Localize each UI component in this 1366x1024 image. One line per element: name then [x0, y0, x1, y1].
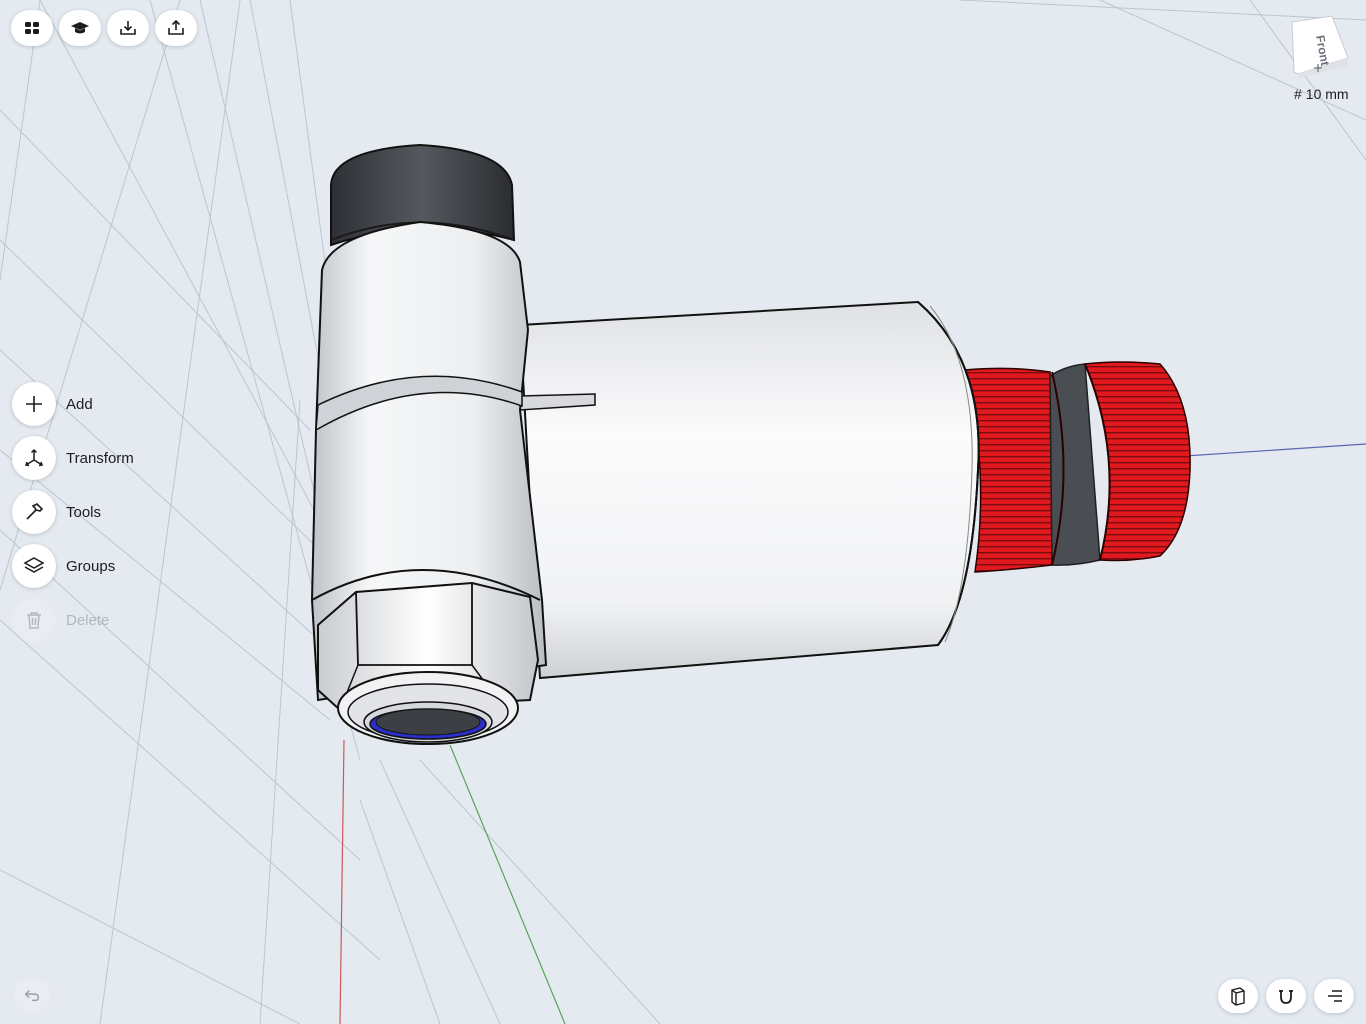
sidebar-item-delete[interactable]: Delete: [12, 598, 109, 642]
sidebar-item-transform[interactable]: Transform: [12, 436, 134, 480]
sidebar-item-label: Delete: [66, 611, 110, 629]
trash-icon: [27, 612, 41, 629]
y-axis-line: [449, 744, 566, 1024]
sidebar-item-label: Add: [66, 395, 93, 413]
sidebar-item-label: Transform: [66, 449, 134, 467]
view-mode-button[interactable]: [1218, 979, 1258, 1013]
learn-button[interactable]: [59, 10, 101, 46]
sidebar-item-add[interactable]: Add: [12, 382, 93, 426]
graduation-cap-icon: [71, 22, 89, 34]
hammer-icon: [26, 503, 44, 520]
delete-button[interactable]: [12, 598, 56, 642]
sidebar-item-label: Groups: [66, 557, 116, 575]
import-tray-icon: [120, 21, 136, 35]
tools-button[interactable]: [12, 490, 56, 534]
transform-axes-icon: [25, 448, 43, 467]
snapping-button[interactable]: [1266, 979, 1306, 1013]
view-cube[interactable]: Front: [1288, 14, 1352, 78]
groups-button[interactable]: [12, 544, 56, 588]
export-button[interactable]: [155, 10, 197, 46]
viewport-canvas[interactable]: [0, 0, 1366, 1024]
sidebar-item-groups[interactable]: Groups: [12, 544, 115, 588]
list-lines-icon: [1328, 990, 1342, 1002]
undo-button[interactable]: [14, 978, 50, 1012]
grid-icon: #: [1294, 86, 1302, 102]
grid-size-readout: #10 mm: [1294, 86, 1349, 102]
import-button[interactable]: [107, 10, 149, 46]
red-knurled-knob[interactable]: [964, 361, 1191, 573]
grid-four-icon: [25, 22, 39, 34]
box-wireframe-icon: [1231, 987, 1245, 1006]
magnet-icon: [1279, 990, 1293, 1004]
z-axis-line: [1184, 443, 1366, 457]
bottom-ring-fitting[interactable]: [337, 671, 519, 745]
grid-size-label: 10 mm: [1305, 86, 1349, 102]
sidebar-item-label: Tools: [66, 503, 102, 521]
sidebar-item-tools[interactable]: Tools: [12, 490, 101, 534]
menu-button[interactable]: [1314, 979, 1354, 1013]
share-icon: [168, 19, 184, 35]
plus-icon: [26, 396, 42, 412]
add-button[interactable]: [12, 382, 56, 426]
layers-icon: [23, 557, 45, 573]
transform-button[interactable]: [12, 436, 56, 480]
library-button[interactable]: [11, 10, 53, 46]
horizontal-cylinder[interactable]: [518, 300, 980, 680]
undo-arrow-icon: [24, 989, 40, 1002]
x-axis-line: [339, 739, 345, 1024]
